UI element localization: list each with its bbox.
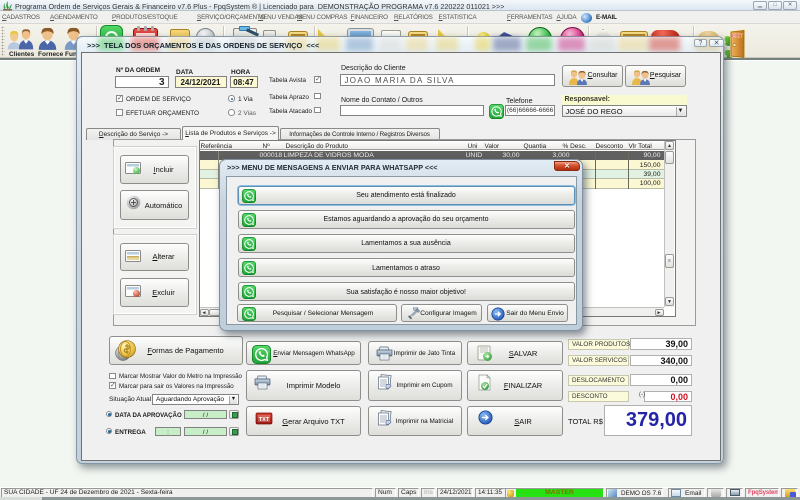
svg-text:EXIT: EXIT	[732, 34, 743, 40]
svg-text:TXT: TXT	[259, 417, 270, 423]
